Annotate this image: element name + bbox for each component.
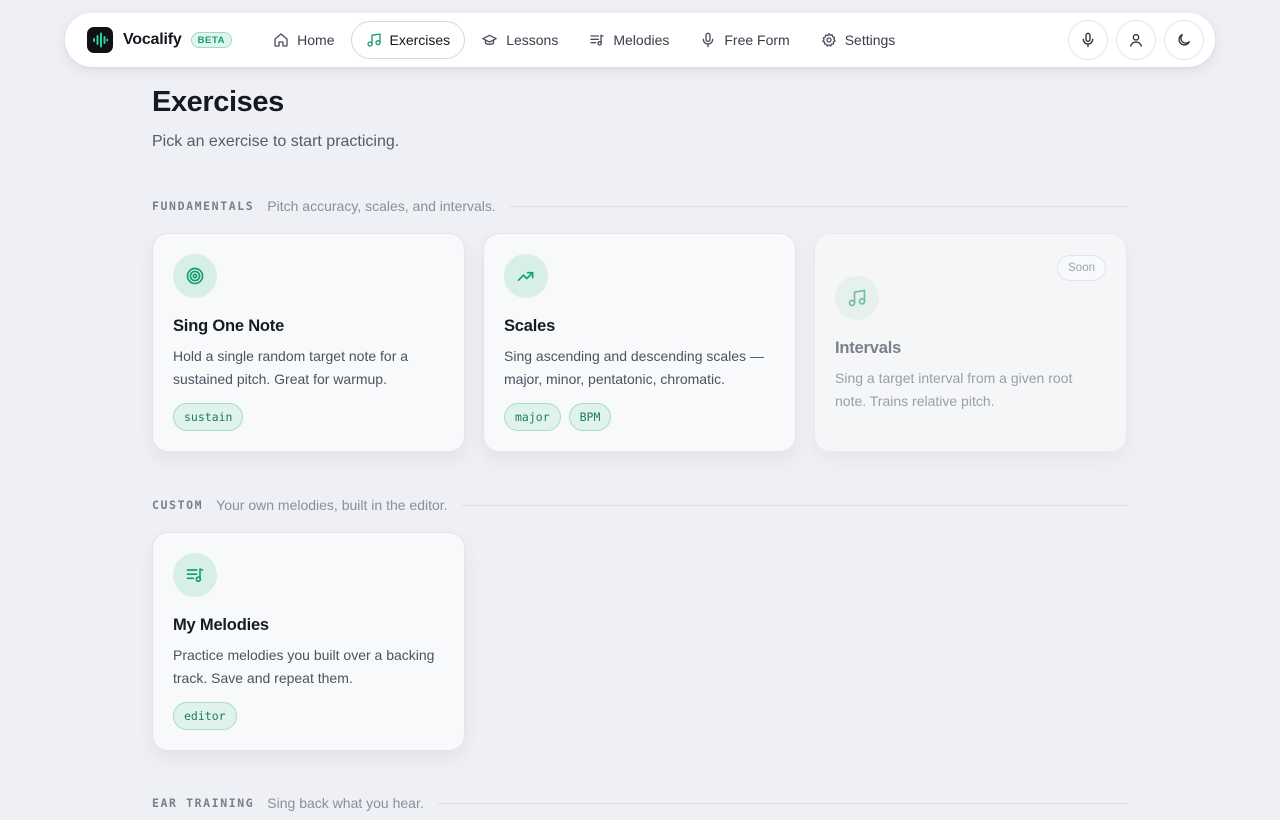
section-description: Pitch accuracy, scales, and intervals. [267,198,496,214]
card-icon-badge [173,553,217,597]
section-label: FUNDAMENTALS [152,199,255,213]
nav-item-exercises[interactable]: Exercises [350,21,466,59]
section-description: Sing back what you hear. [267,795,424,811]
nav-item-label: Exercises [389,32,451,48]
card-icon-badge [835,276,879,320]
graduation-cap-icon [482,34,498,45]
section-description: Your own melodies, built in the editor. [216,497,448,513]
tag-editor: editor [173,702,237,730]
home-icon [274,33,288,47]
section-divider [461,504,1128,506]
nav-item-home[interactable]: Home [258,21,349,59]
page-subtitle: Pick an exercise to start practicing. [152,133,400,150]
microphone-button[interactable] [1068,20,1108,60]
exercise-card-intervals: Soon Intervals Sing a target interval fr… [814,233,1127,452]
brand[interactable]: Vocalify BETA [87,27,233,53]
card-description: Practice melodies you built over a backi… [173,647,435,686]
card-icon-badge [504,254,548,298]
card-title: Sing One Note [173,317,285,335]
theme-toggle-button[interactable] [1164,20,1204,60]
microphone-icon [703,32,714,48]
section-label: EAR TRAINING [152,796,255,810]
nav-items: Home Exercises Lessons Melodies Free For… [258,21,911,59]
user-button[interactable] [1116,20,1156,60]
card-title: My Melodies [173,616,269,634]
card-tags: major BPM [504,403,612,431]
tag-bpm: BPM [568,403,612,431]
music-notes-icon [848,289,866,307]
nav-item-settings[interactable]: Settings [806,21,911,59]
card-icon-badge [173,254,217,298]
exercise-card-my-melodies[interactable]: My Melodies Practice melodies you built … [152,532,465,751]
nav-item-label: Melodies [613,32,670,48]
exercise-card-scales[interactable]: Scales Sing ascending and descending sca… [483,233,796,452]
tag-sustain: sustain [173,403,244,431]
gear-icon [821,33,836,47]
top-nav: Vocalify BETA Home Exercises Lessons Mel… [65,13,1215,67]
nav-item-label: Free Form [724,32,790,48]
nav-item-melodies[interactable]: Melodies [574,21,684,59]
section-header-ear-training: EAR TRAINING Sing back what you hear. [152,793,1128,813]
target-icon [186,267,204,285]
section-divider [509,205,1128,207]
playlist-music-icon [186,568,204,583]
exercise-card-sing-one-note[interactable]: Sing One Note Hold a single random targe… [152,233,465,452]
logo-waveform-icon [87,27,113,53]
nav-item-label: Lessons [506,32,559,48]
card-title: Scales [504,317,556,335]
trending-up-icon [517,271,534,281]
nav-item-label: Settings [844,32,896,48]
moon-icon [1178,34,1190,46]
user-icon [1130,34,1142,47]
card-description: Hold a single random target note for a s… [173,348,409,387]
microphone-icon [1082,32,1094,48]
nav-item-lessons[interactable]: Lessons [466,21,573,59]
music-note-icon [366,33,381,47]
nav-item-label: Home [297,32,335,48]
section-label: CUSTOM [152,498,204,512]
page-title: Exercises [152,86,284,118]
section-divider [437,802,1128,804]
brand-name: Vocalify [123,31,182,48]
card-title: Intervals [835,339,902,357]
soon-badge: Soon [1057,255,1106,281]
card-tags: sustain [173,403,244,431]
section-header-custom: CUSTOM Your own melodies, built in the e… [152,495,1128,515]
tag-major: major [504,403,561,431]
card-description: Sing a target interval from a given root… [835,370,1073,409]
playlist-music-icon [590,34,605,46]
nav-actions [1068,20,1204,60]
card-tags: editor [173,702,237,730]
beta-badge: BETA [190,32,233,48]
card-description: Sing ascending and descending scales — m… [504,348,764,387]
nav-item-free-form[interactable]: Free Form [685,21,804,59]
section-header-fundamentals: FUNDAMENTALS Pitch accuracy, scales, and… [152,196,1128,216]
